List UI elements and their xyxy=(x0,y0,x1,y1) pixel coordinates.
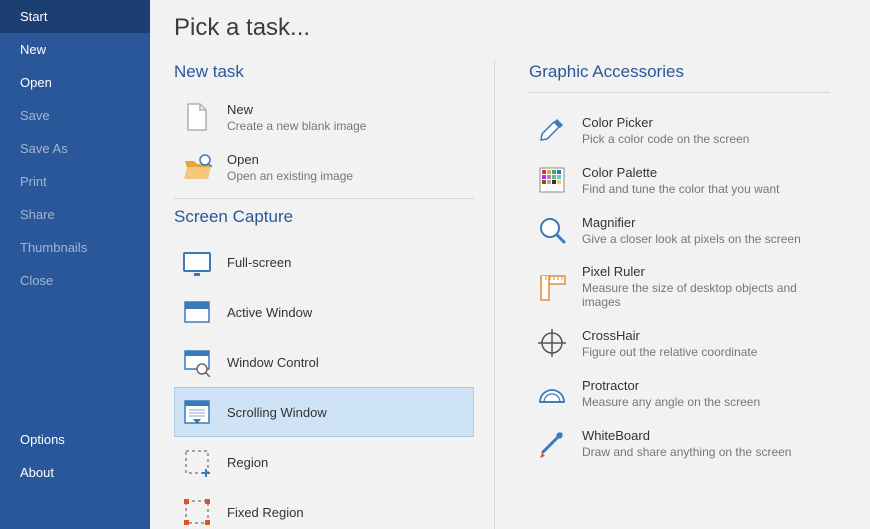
task-protractor[interactable]: Protractor Measure any angle on the scree… xyxy=(529,368,830,418)
task-fixed-region[interactable]: Fixed Region xyxy=(174,487,474,529)
task-title: Fixed Region xyxy=(227,505,304,520)
task-region[interactable]: Region xyxy=(174,437,474,487)
sidebar-item-start[interactable]: Start xyxy=(0,0,150,33)
task-title: New xyxy=(227,102,366,117)
active-window-icon xyxy=(181,296,213,328)
task-window-control[interactable]: Window Control xyxy=(174,337,474,387)
section-graphic-accessories-title: Graphic Accessories xyxy=(529,62,830,82)
task-color-palette[interactable]: Color Palette Find and tune the color tha… xyxy=(529,155,830,205)
folder-open-icon xyxy=(181,151,213,183)
task-title: Full-screen xyxy=(227,255,291,270)
fullscreen-icon xyxy=(181,246,213,278)
task-full-screen[interactable]: Full-screen xyxy=(174,237,474,287)
section-new-task-title: New task xyxy=(174,62,474,82)
right-column: Graphic Accessories Color Picker Pick a c… xyxy=(495,60,830,529)
task-desc: Find and tune the color that you want xyxy=(582,182,779,196)
sidebar-item-save-as[interactable]: Save As xyxy=(0,132,150,165)
sidebar-item-options[interactable]: Options xyxy=(0,423,150,456)
task-new[interactable]: New Create a new blank image xyxy=(174,92,474,142)
task-crosshair[interactable]: CrossHair Figure out the relative coordin… xyxy=(529,318,830,368)
task-desc: Pick a color code on the screen xyxy=(582,132,749,146)
region-icon xyxy=(181,446,213,478)
task-scrolling-window[interactable]: Scrolling Window xyxy=(174,387,474,437)
task-title: Window Control xyxy=(227,355,319,370)
file-new-icon xyxy=(181,101,213,133)
task-desc: Measure any angle on the screen xyxy=(582,395,760,409)
color-picker-icon xyxy=(536,114,568,146)
scrolling-window-icon xyxy=(181,396,213,428)
sidebar: StartNewOpenSaveSave AsPrintShareThumbna… xyxy=(0,0,150,529)
section-screen-capture-title: Screen Capture xyxy=(174,207,474,227)
fixed-region-icon xyxy=(181,496,213,528)
left-column: New task New Create a new blank image Open… xyxy=(174,60,494,529)
task-pixel-ruler[interactable]: Pixel Ruler Measure the size of desktop o… xyxy=(529,255,830,318)
task-desc: Open an existing image xyxy=(227,169,353,183)
task-color-picker[interactable]: Color Picker Pick a color code on the scr… xyxy=(529,105,830,155)
pixel-ruler-icon xyxy=(536,271,568,303)
sidebar-item-share[interactable]: Share xyxy=(0,198,150,231)
task-title: Region xyxy=(227,455,268,470)
task-magnifier[interactable]: Magnifier Give a closer look at pixels on… xyxy=(529,205,830,255)
task-desc: Draw and share anything on the screen xyxy=(582,445,791,459)
whiteboard-icon xyxy=(536,427,568,459)
task-open[interactable]: Open Open an existing image xyxy=(174,142,474,192)
task-title: CrossHair xyxy=(582,328,757,343)
crosshair-icon xyxy=(536,327,568,359)
color-palette-icon xyxy=(536,164,568,196)
task-title: Open xyxy=(227,152,353,167)
task-title: Active Window xyxy=(227,305,312,320)
protractor-icon xyxy=(536,377,568,409)
sidebar-item-new[interactable]: New xyxy=(0,33,150,66)
task-desc: Measure the size of desktop objects and … xyxy=(582,281,823,309)
task-title: Magnifier xyxy=(582,215,801,230)
page-title: Pick a task... xyxy=(174,14,830,42)
task-title: Color Palette xyxy=(582,165,779,180)
task-title: WhiteBoard xyxy=(582,428,791,443)
task-title: Pixel Ruler xyxy=(582,264,823,279)
task-active-window[interactable]: Active Window xyxy=(174,287,474,337)
magnifier-icon xyxy=(536,214,568,246)
sidebar-item-thumbnails[interactable]: Thumbnails xyxy=(0,231,150,264)
sidebar-item-open[interactable]: Open xyxy=(0,66,150,99)
task-desc: Figure out the relative coordinate xyxy=(582,345,757,359)
task-desc: Give a closer look at pixels on the scre… xyxy=(582,232,801,246)
task-whiteboard[interactable]: WhiteBoard Draw and share anything on the… xyxy=(529,418,830,468)
sidebar-item-save[interactable]: Save xyxy=(0,99,150,132)
window-control-icon xyxy=(181,346,213,378)
sidebar-item-close[interactable]: Close xyxy=(0,264,150,297)
task-title: Scrolling Window xyxy=(227,405,327,420)
sidebar-item-print[interactable]: Print xyxy=(0,165,150,198)
main: Pick a task... New task New Create a new … xyxy=(150,0,870,529)
sidebar-item-about[interactable]: About xyxy=(0,456,150,489)
task-title: Color Picker xyxy=(582,115,749,130)
task-title: Protractor xyxy=(582,378,760,393)
task-desc: Create a new blank image xyxy=(227,119,366,133)
